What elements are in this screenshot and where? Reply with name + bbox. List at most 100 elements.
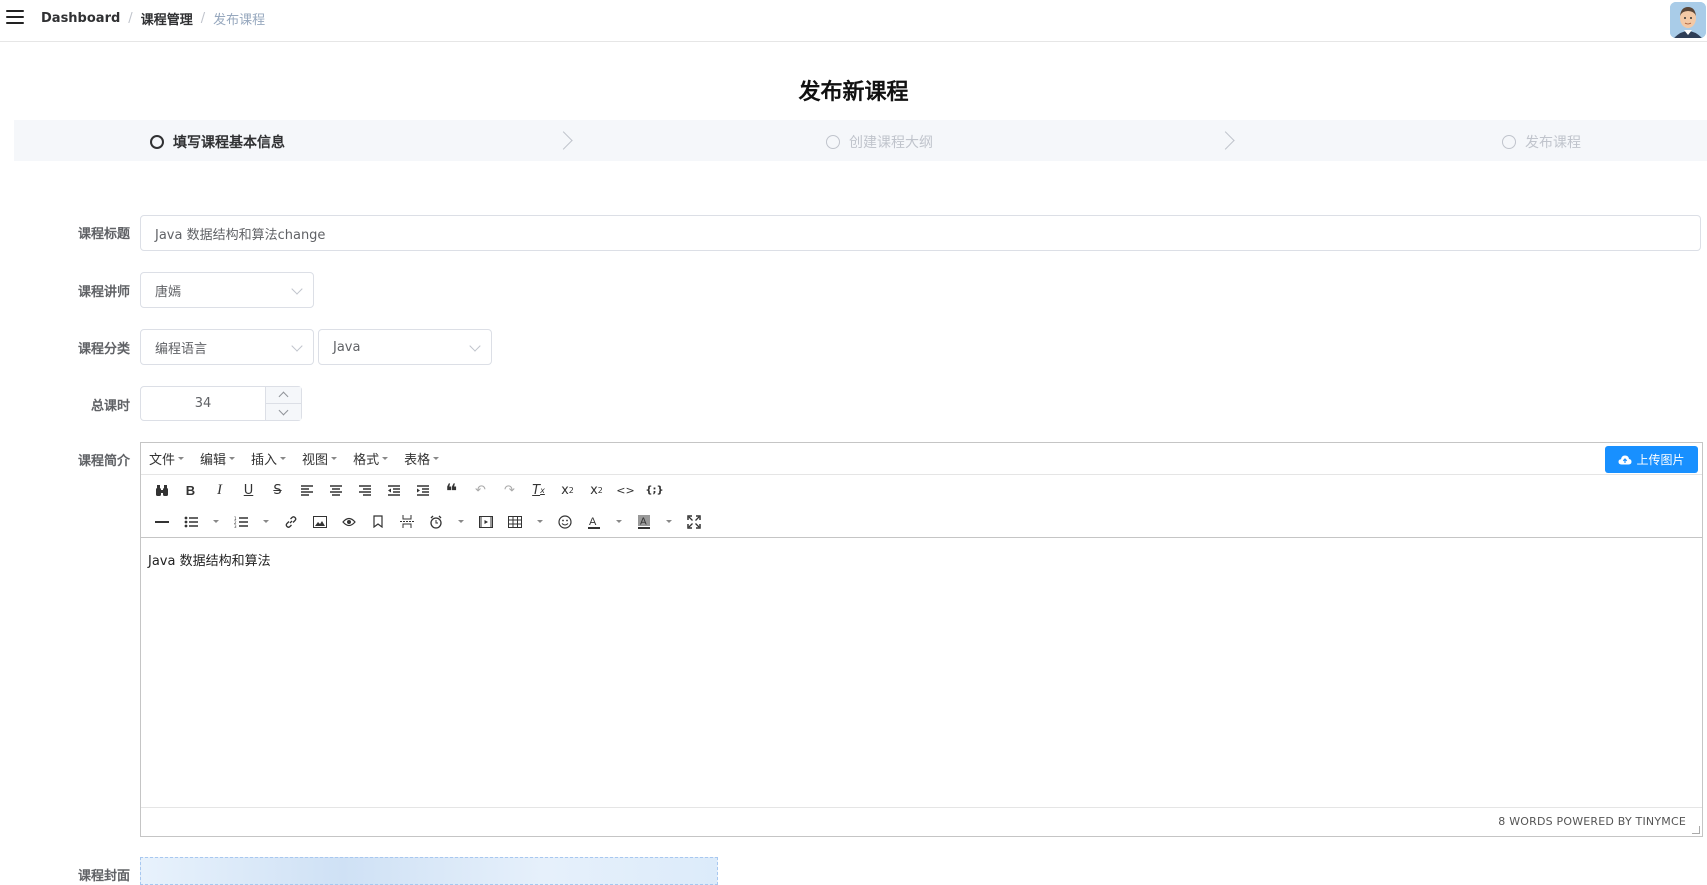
category-secondary-select[interactable]: Java <box>318 329 492 365</box>
italic-icon[interactable]: I <box>205 479 234 503</box>
step-outline: 创建课程大纲 <box>826 132 933 152</box>
increase-button[interactable] <box>266 387 301 404</box>
upload-image-button[interactable]: 上传图片 <box>1605 446 1698 473</box>
preview-icon[interactable] <box>334 510 363 534</box>
underline-icon[interactable]: U <box>234 479 263 503</box>
table-icon[interactable] <box>500 510 529 534</box>
menu-format[interactable]: 格式 <box>353 449 389 468</box>
strikethrough-icon[interactable]: S <box>263 479 292 503</box>
breadcrumb-course-management[interactable]: 课程管理 <box>141 9 193 28</box>
numbered-list-icon[interactable]: 123 <box>226 510 255 534</box>
codesample-icon[interactable]: {;} <box>640 479 669 503</box>
bold-icon[interactable]: B <box>176 479 205 503</box>
editor-statusbar: 8 WORDS POWERED BY TINYMCE <box>141 807 1702 836</box>
menu-edit[interactable]: 编辑 <box>200 449 236 468</box>
chevron-right-icon <box>1219 130 1233 150</box>
subscript-icon[interactable]: x2 <box>553 479 582 503</box>
text-color-icon[interactable]: A <box>579 510 608 534</box>
cover-upload-area[interactable] <box>140 857 718 885</box>
redo-icon[interactable]: ↷ <box>495 479 524 503</box>
steps-bar: 填写课程基本信息 创建课程大纲 发布课程 <box>14 120 1707 161</box>
category-primary-select[interactable]: 编程语言 <box>140 329 314 365</box>
hours-stepper[interactable]: 34 <box>140 386 302 421</box>
course-title-input[interactable]: Java 数据结构和算法change <box>140 215 1701 251</box>
emoticons-icon[interactable] <box>550 510 579 534</box>
user-avatar[interactable] <box>1670 2 1706 38</box>
step-publish: 发布课程 <box>1502 132 1581 152</box>
align-center-icon[interactable] <box>321 479 350 503</box>
step-circle-icon <box>150 135 164 149</box>
resize-handle-icon[interactable] <box>1692 826 1700 834</box>
hr-icon[interactable] <box>147 510 176 534</box>
media-icon[interactable] <box>471 510 500 534</box>
step-circle-icon <box>826 135 840 149</box>
link-icon[interactable] <box>276 510 305 534</box>
code-icon[interactable]: <> <box>611 479 640 503</box>
outdent-icon[interactable] <box>379 479 408 503</box>
breadcrumb: Dashboard / 课程管理 / 发布课程 <box>41 9 265 28</box>
hamburger-menu-icon[interactable] <box>6 10 24 26</box>
insert-time-icon[interactable] <box>421 510 450 534</box>
undo-icon[interactable]: ↶ <box>466 479 495 503</box>
hours-value[interactable]: 34 <box>141 387 265 420</box>
background-color-dropdown[interactable] <box>658 510 679 534</box>
image-icon[interactable] <box>305 510 334 534</box>
background-color-icon[interactable]: A <box>629 510 658 534</box>
menu-insert[interactable]: 插入 <box>251 449 287 468</box>
step-circle-icon <box>1502 135 1516 149</box>
anchor-icon[interactable] <box>363 510 392 534</box>
chevron-down-icon <box>291 340 303 352</box>
course-title-label: 课程标题 <box>77 227 130 242</box>
page-title: 发布新课程 <box>798 80 909 105</box>
align-right-icon[interactable] <box>350 479 379 503</box>
rich-text-editor: 文件 编辑 插入 视图 格式 表格 上传图片 B I U S ❝ ↶ ↷ Tx … <box>140 442 1703 837</box>
breadcrumb-current: 发布课程 <box>213 13 266 28</box>
numbered-list-dropdown[interactable] <box>255 510 276 534</box>
align-left-icon[interactable] <box>292 479 321 503</box>
superscript-icon[interactable]: x2 <box>582 479 611 503</box>
hours-label: 总课时 <box>90 399 130 414</box>
teacher-value: 唐嫣 <box>155 284 182 300</box>
editor-content-area[interactable]: Java 数据结构和算法 <box>141 538 1702 808</box>
svg-text:3: 3 <box>234 524 237 528</box>
description-label: 课程简介 <box>77 454 130 469</box>
course-title-value: Java 数据结构和算法change <box>155 227 326 243</box>
teacher-label: 课程讲师 <box>77 285 130 300</box>
upload-image-label: 上传图片 <box>1636 453 1685 467</box>
menu-file[interactable]: 文件 <box>149 449 185 468</box>
breadcrumb-dashboard[interactable]: Dashboard <box>41 11 120 26</box>
blockquote-icon[interactable]: ❝ <box>437 479 466 503</box>
bullet-list-icon[interactable] <box>176 510 205 534</box>
text-color-dropdown[interactable] <box>608 510 629 534</box>
editor-paragraph[interactable]: Java 数据结构和算法 <box>148 550 1695 569</box>
toolbar-row-1: B I U S ❝ ↶ ↷ Tx x2 x2 <> {;} <box>141 475 1702 506</box>
table-dropdown[interactable] <box>529 510 550 534</box>
step-label: 填写课程基本信息 <box>173 135 285 151</box>
menu-view[interactable]: 视图 <box>302 449 338 468</box>
toolbar-row-2: 123 A A <box>141 506 1702 537</box>
remove-format-icon[interactable]: Tx <box>524 479 553 503</box>
stepper-controls <box>265 387 301 420</box>
word-count-branding: 8 WORDS POWERED BY TINYMCE <box>1498 815 1686 828</box>
insert-time-dropdown[interactable] <box>450 510 471 534</box>
decrease-button[interactable] <box>266 404 301 420</box>
breadcrumb-separator: / <box>128 11 133 26</box>
page-break-icon[interactable] <box>392 510 421 534</box>
category-secondary-value: Java <box>333 339 361 355</box>
teacher-select[interactable]: 唐嫣 <box>140 272 314 308</box>
category-label: 课程分类 <box>77 342 130 357</box>
bullet-list-dropdown[interactable] <box>205 510 226 534</box>
indent-icon[interactable] <box>408 479 437 503</box>
chevron-right-icon <box>557 130 571 150</box>
step-label: 创建课程大纲 <box>849 135 933 151</box>
binoculars-icon[interactable] <box>147 479 176 503</box>
editor-menubar: 文件 编辑 插入 视图 格式 表格 上传图片 <box>141 443 1702 475</box>
svg-text:A: A <box>640 516 647 527</box>
cloud-upload-icon <box>1618 455 1632 464</box>
category-primary-value: 编程语言 <box>155 341 208 357</box>
menu-table[interactable]: 表格 <box>404 449 440 468</box>
step-basic-info: 填写课程基本信息 <box>150 132 285 152</box>
navbar: Dashboard / 课程管理 / 发布课程 <box>0 0 1707 42</box>
svg-text:A: A <box>589 516 597 528</box>
fullscreen-icon[interactable] <box>679 510 708 534</box>
